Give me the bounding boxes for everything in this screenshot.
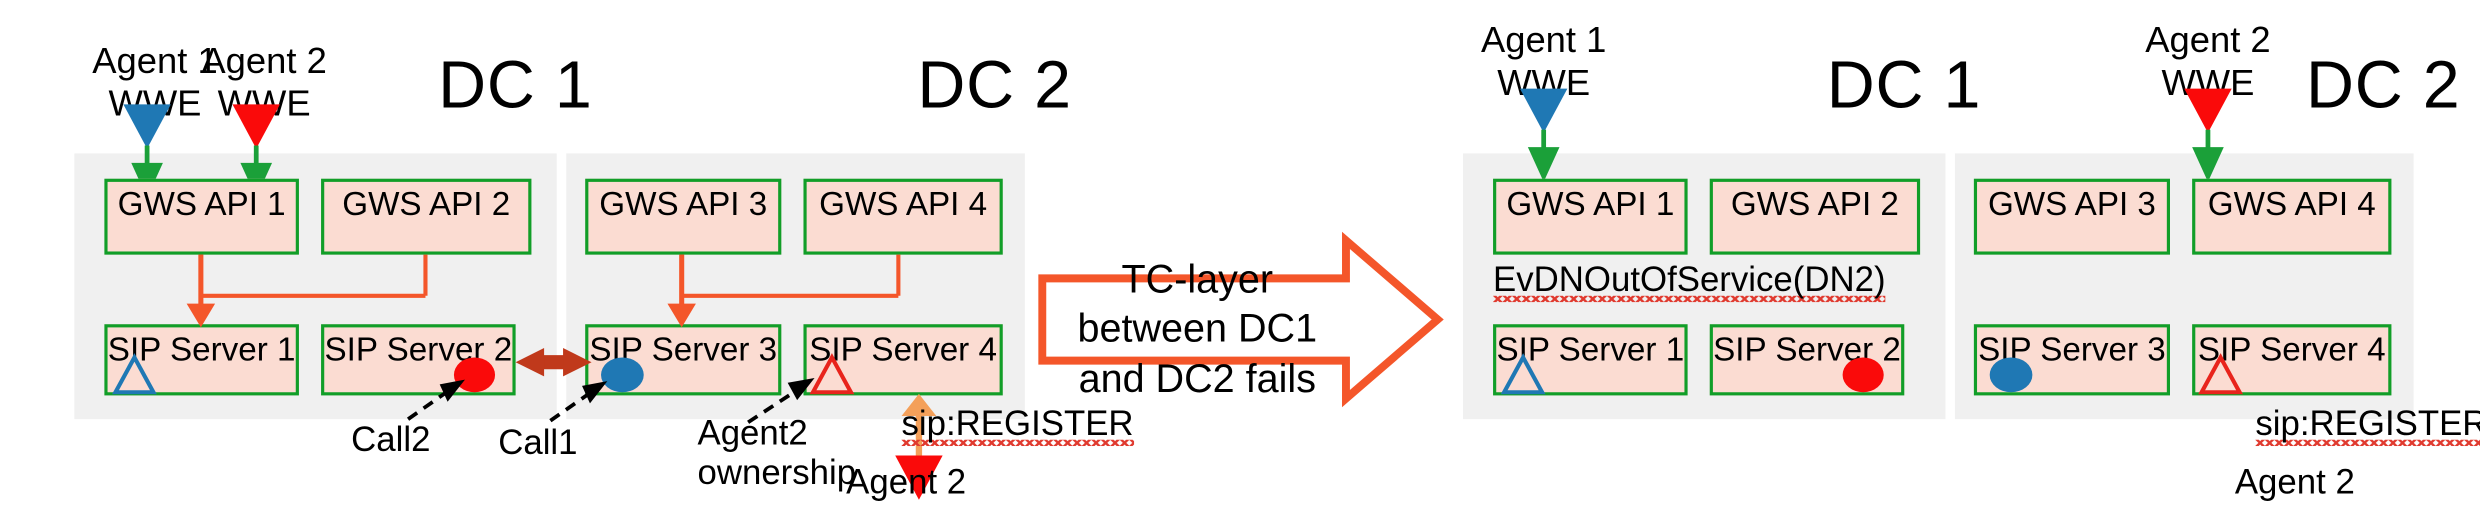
left-call1-label: Call1 — [498, 422, 578, 462]
transition-line1: TC-layer between DC1 — [1077, 257, 1318, 352]
transition-label: TC-layer between DC1 and DC2 fails — [1047, 256, 1348, 404]
left-call2-arrow — [406, 379, 465, 421]
left-agent2-ownership-line2: ownership — [697, 451, 857, 492]
left-agent2-ownership-line1: Agent2 — [697, 412, 808, 453]
right-agent2-bottom-label: Agent 2 — [2234, 461, 2355, 502]
left-interconnect-double-arrow — [515, 347, 592, 377]
left-agent2-bottom-label: Agent 2 — [846, 461, 967, 502]
right-sip-register-label: sip:REGISTER — [2255, 403, 2480, 443]
right-evdn-text: EvDNOutOfService(DN2) — [1493, 259, 1886, 306]
left-call2-label: Call2 — [351, 419, 431, 459]
diagram-canvas: DC 1 DC 2 Agent 1 WWE Agent 2 WWE GWS AP… — [0, 0, 2480, 518]
left-sip-register-label: sip:REGISTER — [901, 403, 1134, 443]
right-sip-register-text: sip:REGISTER — [2255, 403, 2480, 450]
left-call1-arrow — [549, 381, 608, 423]
left-sip-register-text: sip:REGISTER — [901, 403, 1134, 450]
left-agent2-ownership-label: Agent2 ownership — [697, 412, 857, 492]
right-evdn-out-of-service-label: EvDNOutOfService(DN2) — [1493, 259, 1886, 299]
transition-line2: and DC2 fails — [1078, 356, 1316, 401]
